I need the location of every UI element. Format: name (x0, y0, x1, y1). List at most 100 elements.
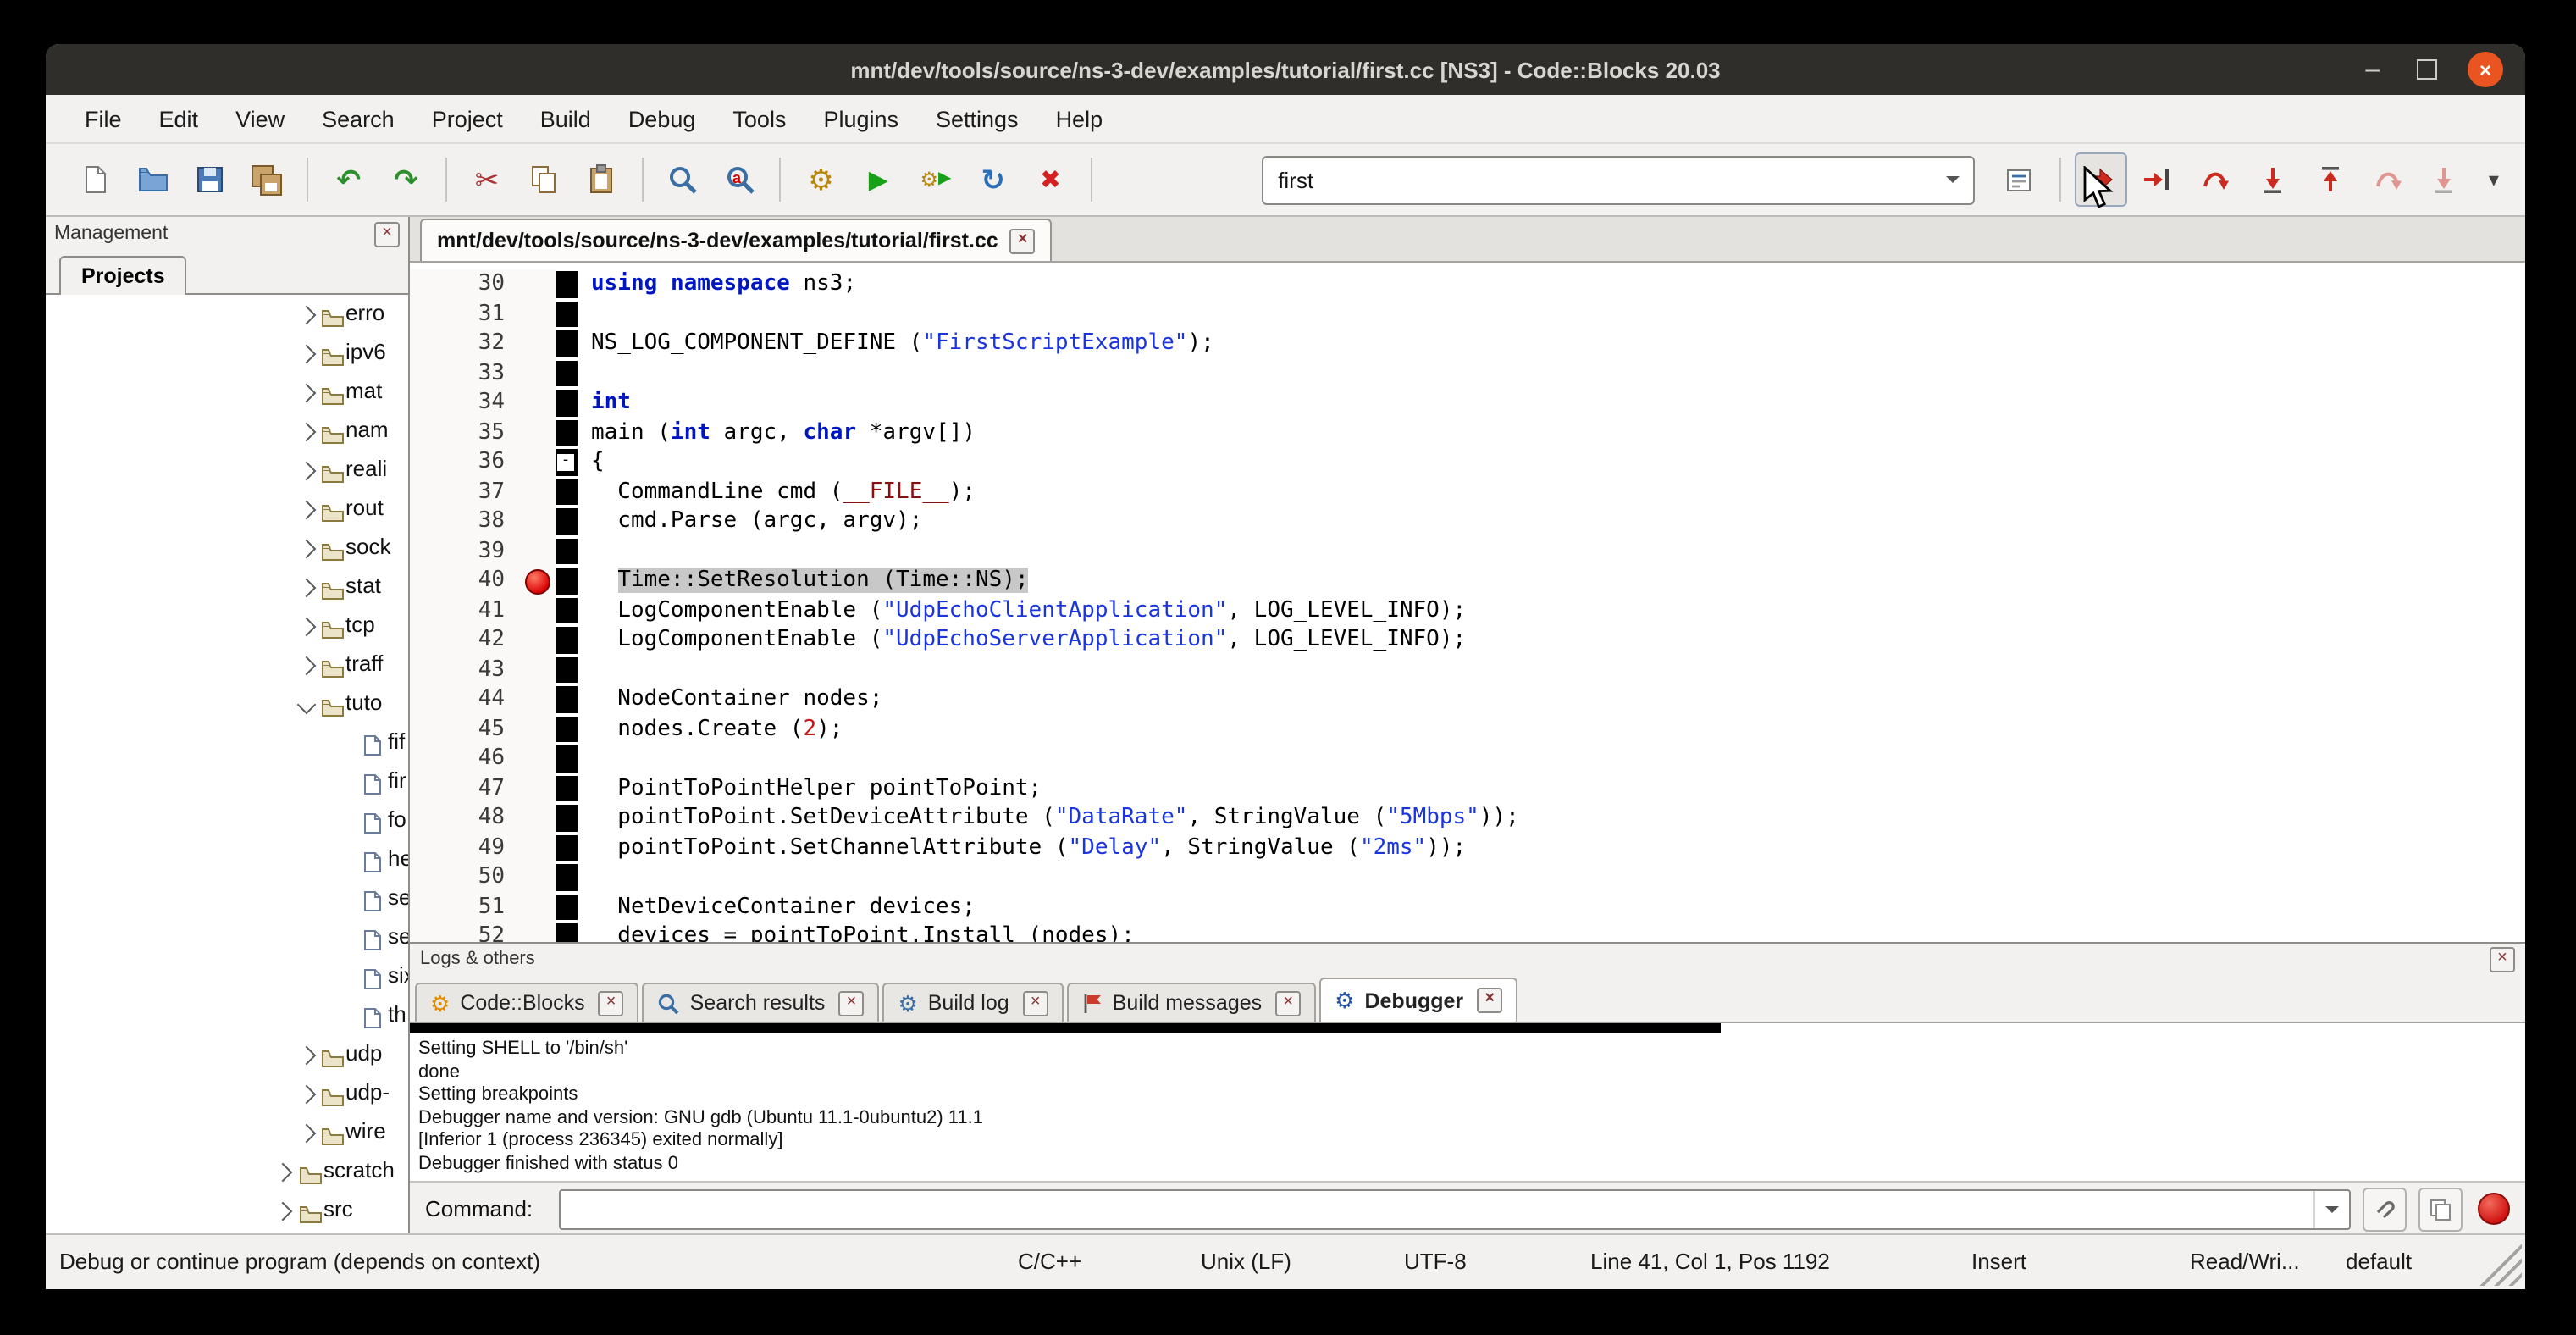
expand-chevron-icon[interactable] (297, 618, 317, 637)
expand-chevron-icon[interactable] (297, 1124, 317, 1144)
build-target-select[interactable]: first (1261, 155, 1975, 204)
logs-tab-search-results[interactable]: Search results (643, 983, 880, 1022)
tree-item-reali[interactable]: reali (46, 451, 408, 490)
tree-item-se[interactable]: se (46, 918, 408, 957)
build-and-run-button[interactable]: ⚙▶ (909, 152, 962, 207)
menu-item-project[interactable]: Project (413, 101, 522, 136)
menu-item-debug[interactable]: Debug (610, 101, 715, 136)
step-into-button[interactable] (2247, 152, 2299, 207)
code-line-45[interactable]: 45 nodes.Create (2); (410, 714, 2525, 744)
tree-item-fir[interactable]: fir (46, 762, 408, 801)
tree-item-rout[interactable]: rout (46, 490, 408, 529)
tree-item-tcp[interactable]: tcp (46, 607, 408, 645)
project-tree[interactable]: erroipv6matnamrealiroutsockstattcptrafft… (46, 295, 408, 1233)
logs-tab-debugger[interactable]: ⚙Debugger (1319, 978, 1517, 1022)
tree-item-traff[interactable]: traff (46, 645, 408, 684)
expand-chevron-icon[interactable] (297, 540, 317, 559)
step-out-button[interactable] (2304, 152, 2357, 207)
run-to-cursor-button[interactable] (2131, 152, 2184, 207)
menu-item-help[interactable]: Help (1037, 101, 1122, 136)
close-icon[interactable] (374, 221, 400, 247)
expand-chevron-icon[interactable] (297, 384, 317, 403)
code-line-43[interactable]: 43 (410, 655, 2525, 684)
code-line-48[interactable]: 48 pointToPoint.SetDeviceAttribute ("Dat… (410, 803, 2525, 833)
close-icon[interactable] (2490, 946, 2515, 972)
code-area[interactable]: 30using namespace ns3;3132NS_LOG_COMPONE… (410, 263, 2525, 949)
close-button[interactable] (2468, 52, 2503, 87)
breakpoint-icon[interactable] (525, 569, 550, 595)
paste-button[interactable] (576, 152, 628, 207)
code-line-39[interactable]: 39 (410, 536, 2525, 566)
collapse-chevron-icon[interactable] (297, 695, 317, 715)
code-line-50[interactable]: 50 (410, 862, 2525, 892)
code-line-38[interactable]: 38 cmd.Parse (argc, argv); (410, 507, 2525, 536)
code-line-40[interactable]: 40 Time::SetResolution (Time::NS); (410, 566, 2525, 595)
code-line-34[interactable]: 34int (410, 388, 2525, 418)
tree-item-six[interactable]: six (46, 957, 408, 996)
expand-chevron-icon[interactable] (297, 1046, 317, 1066)
code-line-37[interactable]: 37 CommandLine cmd (__FILE__); (410, 477, 2525, 507)
close-icon[interactable] (1477, 988, 1502, 1013)
tree-item-scratch[interactable]: scratch (46, 1152, 408, 1191)
close-icon[interactable] (1275, 990, 1301, 1016)
tree-item-he[interactable]: he (46, 840, 408, 879)
close-icon[interactable] (1010, 228, 1036, 253)
menu-item-file[interactable]: File (66, 101, 141, 136)
expand-chevron-icon[interactable] (297, 1085, 317, 1105)
tree-item-ipv6[interactable]: ipv6 (46, 334, 408, 373)
debug-continue-button[interactable] (2075, 152, 2127, 207)
tree-item-erro[interactable]: erro (46, 295, 408, 334)
menu-item-edit[interactable]: Edit (141, 101, 218, 136)
command-copy-button[interactable] (2418, 1187, 2463, 1231)
tab-projects[interactable]: Projects (59, 256, 187, 295)
logs-tab-build-messages[interactable]: Build messages (1067, 983, 1317, 1022)
undo-button[interactable]: ↶ (323, 152, 375, 207)
code-line-31[interactable]: 31 (410, 299, 2525, 329)
menu-item-build[interactable]: Build (522, 101, 610, 136)
menu-item-search[interactable]: Search (303, 101, 413, 136)
menu-item-plugins[interactable]: Plugins (804, 101, 917, 136)
expand-chevron-icon[interactable] (274, 1202, 293, 1221)
chevron-down-icon[interactable] (2313, 1190, 2349, 1227)
find-button[interactable] (656, 152, 709, 207)
redo-button[interactable]: ↷ (380, 152, 433, 207)
cut-button[interactable]: ✂ (461, 152, 513, 207)
expand-chevron-icon[interactable] (297, 656, 317, 676)
tree-item-src[interactable]: src (46, 1191, 408, 1230)
rebuild-button[interactable]: ↻ (967, 152, 1020, 207)
tree-item-stat[interactable]: stat (46, 568, 408, 607)
logs-tab-code-blocks[interactable]: ⚙Code::Blocks (415, 983, 639, 1022)
copy-button[interactable] (518, 152, 571, 207)
expand-chevron-icon[interactable] (297, 579, 317, 598)
tree-item-sock[interactable]: sock (46, 529, 408, 568)
fold-marker-icon[interactable]: - (556, 452, 576, 473)
expand-chevron-icon[interactable] (274, 1163, 293, 1183)
select-target-button[interactable] (1993, 152, 2046, 207)
command-input[interactable] (561, 1192, 2313, 1226)
code-line-49[interactable]: 49 pointToPoint.SetChannelAttribute ("De… (410, 833, 2525, 862)
code-line-32[interactable]: 32NS_LOG_COMPONENT_DEFINE ("FirstScriptE… (410, 329, 2525, 358)
tree-item-fif[interactable]: fif (46, 723, 408, 762)
close-icon[interactable] (838, 990, 864, 1016)
expand-chevron-icon[interactable] (297, 501, 317, 520)
code-line-36[interactable]: 36-{ (410, 447, 2525, 477)
code-line-51[interactable]: 51 NetDeviceContainer devices; (410, 892, 2525, 922)
step-into-instruction-button[interactable] (2418, 152, 2471, 207)
tree-item-mat[interactable]: mat (46, 373, 408, 412)
code-line-41[interactable]: 41 LogComponentEnable ("UdpEchoClientApp… (410, 595, 2525, 625)
code-line-44[interactable]: 44 NodeContainer nodes; (410, 684, 2525, 714)
tree-item-se[interactable]: se (46, 879, 408, 918)
code-line-42[interactable]: 42 LogComponentEnable ("UdpEchoServerApp… (410, 625, 2525, 655)
resize-grip[interactable] (2474, 1238, 2522, 1286)
minimize-button[interactable] (2365, 55, 2380, 84)
tree-item-udp[interactable]: udp- (46, 1074, 408, 1113)
code-line-35[interactable]: 35main (int argc, char *argv[]) (410, 418, 2525, 447)
save-all-button[interactable] (241, 152, 294, 207)
abort-build-button[interactable]: ✖ (1025, 152, 1077, 207)
run-button[interactable]: ▶ (852, 152, 904, 207)
command-attach-button[interactable] (2363, 1187, 2407, 1231)
code-line-30[interactable]: 30using namespace ns3; (410, 269, 2525, 299)
maximize-button[interactable] (2417, 59, 2437, 80)
code-line-47[interactable]: 47 PointToPointHelper pointToPoint; (410, 773, 2525, 803)
build-button[interactable]: ⚙ (795, 152, 848, 207)
